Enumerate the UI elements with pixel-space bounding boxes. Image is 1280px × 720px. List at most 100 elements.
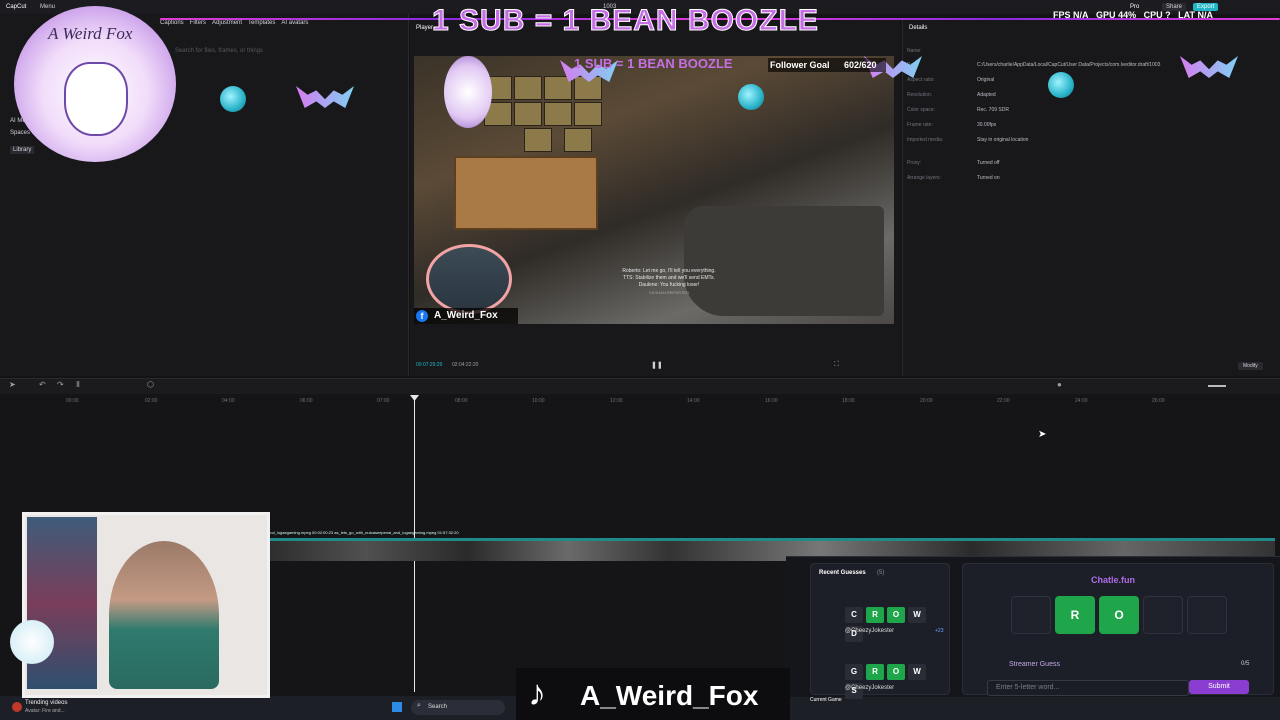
spider-decoration	[220, 86, 246, 112]
split-icon[interactable]: Ⅱ	[76, 381, 84, 389]
tick-label: 06:00	[300, 398, 313, 404]
guess-user: @CheezyJokester	[845, 685, 895, 691]
detail-value-imported[interactable]: Stay in original location	[977, 137, 1028, 143]
tab-captions[interactable]: Captions	[160, 20, 184, 34]
modify-button[interactable]: Modify	[1238, 362, 1263, 370]
recent-guesses-count: (5)	[877, 570, 885, 576]
tick-label: 12:00	[610, 398, 623, 404]
detail-value-proxy[interactable]: Turned off	[977, 160, 1000, 166]
tick-label: 26:00	[1152, 398, 1165, 404]
facebook-handle: A_Weird_Fox	[434, 310, 498, 321]
microphone-icon[interactable]: ●	[1057, 381, 1065, 389]
zoom-slider[interactable]	[1208, 385, 1226, 387]
tick-label: 24:00	[1075, 398, 1088, 404]
tab-ai-avatars[interactable]: AI avatars	[281, 20, 308, 34]
weapon-model	[684, 206, 884, 316]
detail-key-aspect: Aspect ratio:	[907, 77, 935, 83]
tab-templates[interactable]: Templates	[248, 20, 275, 34]
trending-subtitle: Avatar: Fire and...	[25, 708, 65, 714]
tab-adjustment[interactable]: Adjustment	[212, 20, 242, 34]
fox-logo: A Weird Fox	[14, 6, 176, 162]
tick-label: 00:00	[66, 398, 79, 404]
taskbar-search[interactable]: ⌕ Search	[411, 700, 505, 715]
pause-icon[interactable]: ❚❚	[651, 361, 663, 369]
undo-icon[interactable]: ↶	[39, 381, 47, 389]
board-cell	[1143, 596, 1183, 634]
search-input[interactable]: Search for files, frames, or things	[175, 48, 355, 56]
fox-avatar-small	[444, 56, 492, 128]
follower-goal-label: Follower Goal	[770, 60, 830, 70]
detail-key-arrange: Arrange layers:	[907, 175, 941, 181]
chatle-brand: Chatle.fun	[1091, 575, 1135, 585]
current-game-label: Current Game	[810, 697, 842, 703]
tick-label: 22:00	[997, 398, 1010, 404]
tick-label: 14:00	[687, 398, 700, 404]
sub-banner-small: 1 SUB = 1 BEAN BOOZLE	[574, 56, 733, 71]
streamer-guess-input[interactable]: Enter 5-letter word...	[987, 680, 1189, 696]
facebook-icon: f	[416, 310, 428, 322]
player-label: Player	[416, 25, 434, 31]
recent-guesses-title: Recent Guesses	[819, 570, 866, 576]
tab-filters[interactable]: Filters	[190, 20, 206, 34]
follower-goal: Follower Goal 602/620	[768, 58, 886, 72]
tiktok-handle: A_Weird_Fox	[580, 680, 759, 711]
facebook-handle-bar: f A_Weird_Fox	[414, 308, 518, 324]
side-item-library[interactable]: Library	[10, 146, 35, 154]
submit-button[interactable]: Submit	[1189, 680, 1249, 694]
clip-label: and_lugaegaming.mpeg 00:02:00:23 as_lets…	[268, 530, 459, 535]
tiktok-handle-bar: ♪ A_Weird_Fox	[516, 668, 790, 720]
board-cell	[1187, 596, 1227, 634]
windows-start-icon[interactable]	[392, 702, 402, 712]
guess-points: +23	[935, 628, 944, 634]
game-subtitles: Roberto: Let me go, I'll tell you everyt…	[622, 268, 716, 295]
detail-key-proxy: Proxy:	[907, 160, 922, 166]
tick-label: 16:00	[765, 398, 778, 404]
tick-label: 04:00	[222, 398, 235, 404]
detail-key-resolution: Resolution:	[907, 92, 933, 98]
timeline-toolbar	[0, 378, 1280, 395]
tick-label: 02:00	[145, 398, 158, 404]
detail-key-imported: Imported media:	[907, 137, 944, 143]
spider-decoration	[738, 84, 764, 110]
board-cell: O	[1099, 596, 1139, 634]
detail-key-frame-rate: Frame rate:	[907, 122, 933, 128]
trending-title[interactable]: Trending videos	[25, 700, 67, 706]
spider-decoration	[1048, 72, 1074, 98]
detail-key-color-space: Color space:	[907, 107, 936, 113]
detail-value-resolution: Adapted	[977, 92, 996, 98]
menu-button[interactable]: Menu	[40, 4, 55, 10]
board-cell	[1011, 596, 1051, 634]
chatle-widget: Recent Guesses (5) C R O WD @CheezyJokester…	[786, 556, 1280, 703]
search-icon: ⌕	[417, 702, 421, 709]
app-name: CapCut	[6, 4, 27, 10]
redo-icon[interactable]: ↷	[57, 381, 65, 389]
recent-guesses-card: Recent Guesses (5) C R O WD @CheezyJokester…	[810, 563, 950, 699]
streamer-guess-count: 0/5	[1241, 661, 1250, 667]
details-header: Details	[909, 25, 928, 31]
detail-value-arrange[interactable]: Turned on	[977, 175, 1000, 181]
tick-label: 18:00	[842, 398, 855, 404]
fullscreen-icon[interactable]: ⛶	[834, 361, 839, 369]
detail-value-frame-rate: 30.00fps	[977, 122, 997, 128]
trending-icon	[12, 702, 22, 712]
tick-label: 07:00	[377, 398, 390, 404]
chatle-board-card: Chatle.fun R O Streamer Guess 0/5 Enter …	[962, 563, 1274, 696]
follower-goal-value: 602/620	[844, 60, 877, 70]
shield-icon[interactable]: ⬡	[147, 381, 155, 389]
tick-label: 10:00	[532, 398, 545, 404]
stream-stats: FPS N/A GPU 44% CPU ? LAT N/A	[1053, 10, 1213, 20]
guess-row: G R O WS	[845, 661, 949, 699]
detail-value-color-space: Rec. 709 SDR	[977, 107, 1009, 113]
tiktok-icon: ♪	[528, 672, 546, 713]
tick-label: 20:00	[920, 398, 933, 404]
board-cell: R	[1055, 596, 1095, 634]
media-tabs: Captions Filters Adjustment Templates AI…	[160, 20, 400, 34]
mouse-cursor: ➤	[1038, 429, 1047, 440]
facecam-circle	[426, 244, 512, 314]
select-tool-icon[interactable]: ➤	[9, 381, 17, 389]
detail-value-aspect: Original	[977, 77, 995, 83]
search-label: Search	[428, 704, 448, 710]
webcam-feed	[22, 512, 270, 698]
guess-row: C R O WD	[845, 604, 949, 642]
side-item-spaces[interactable]: Spaces	[10, 130, 30, 136]
